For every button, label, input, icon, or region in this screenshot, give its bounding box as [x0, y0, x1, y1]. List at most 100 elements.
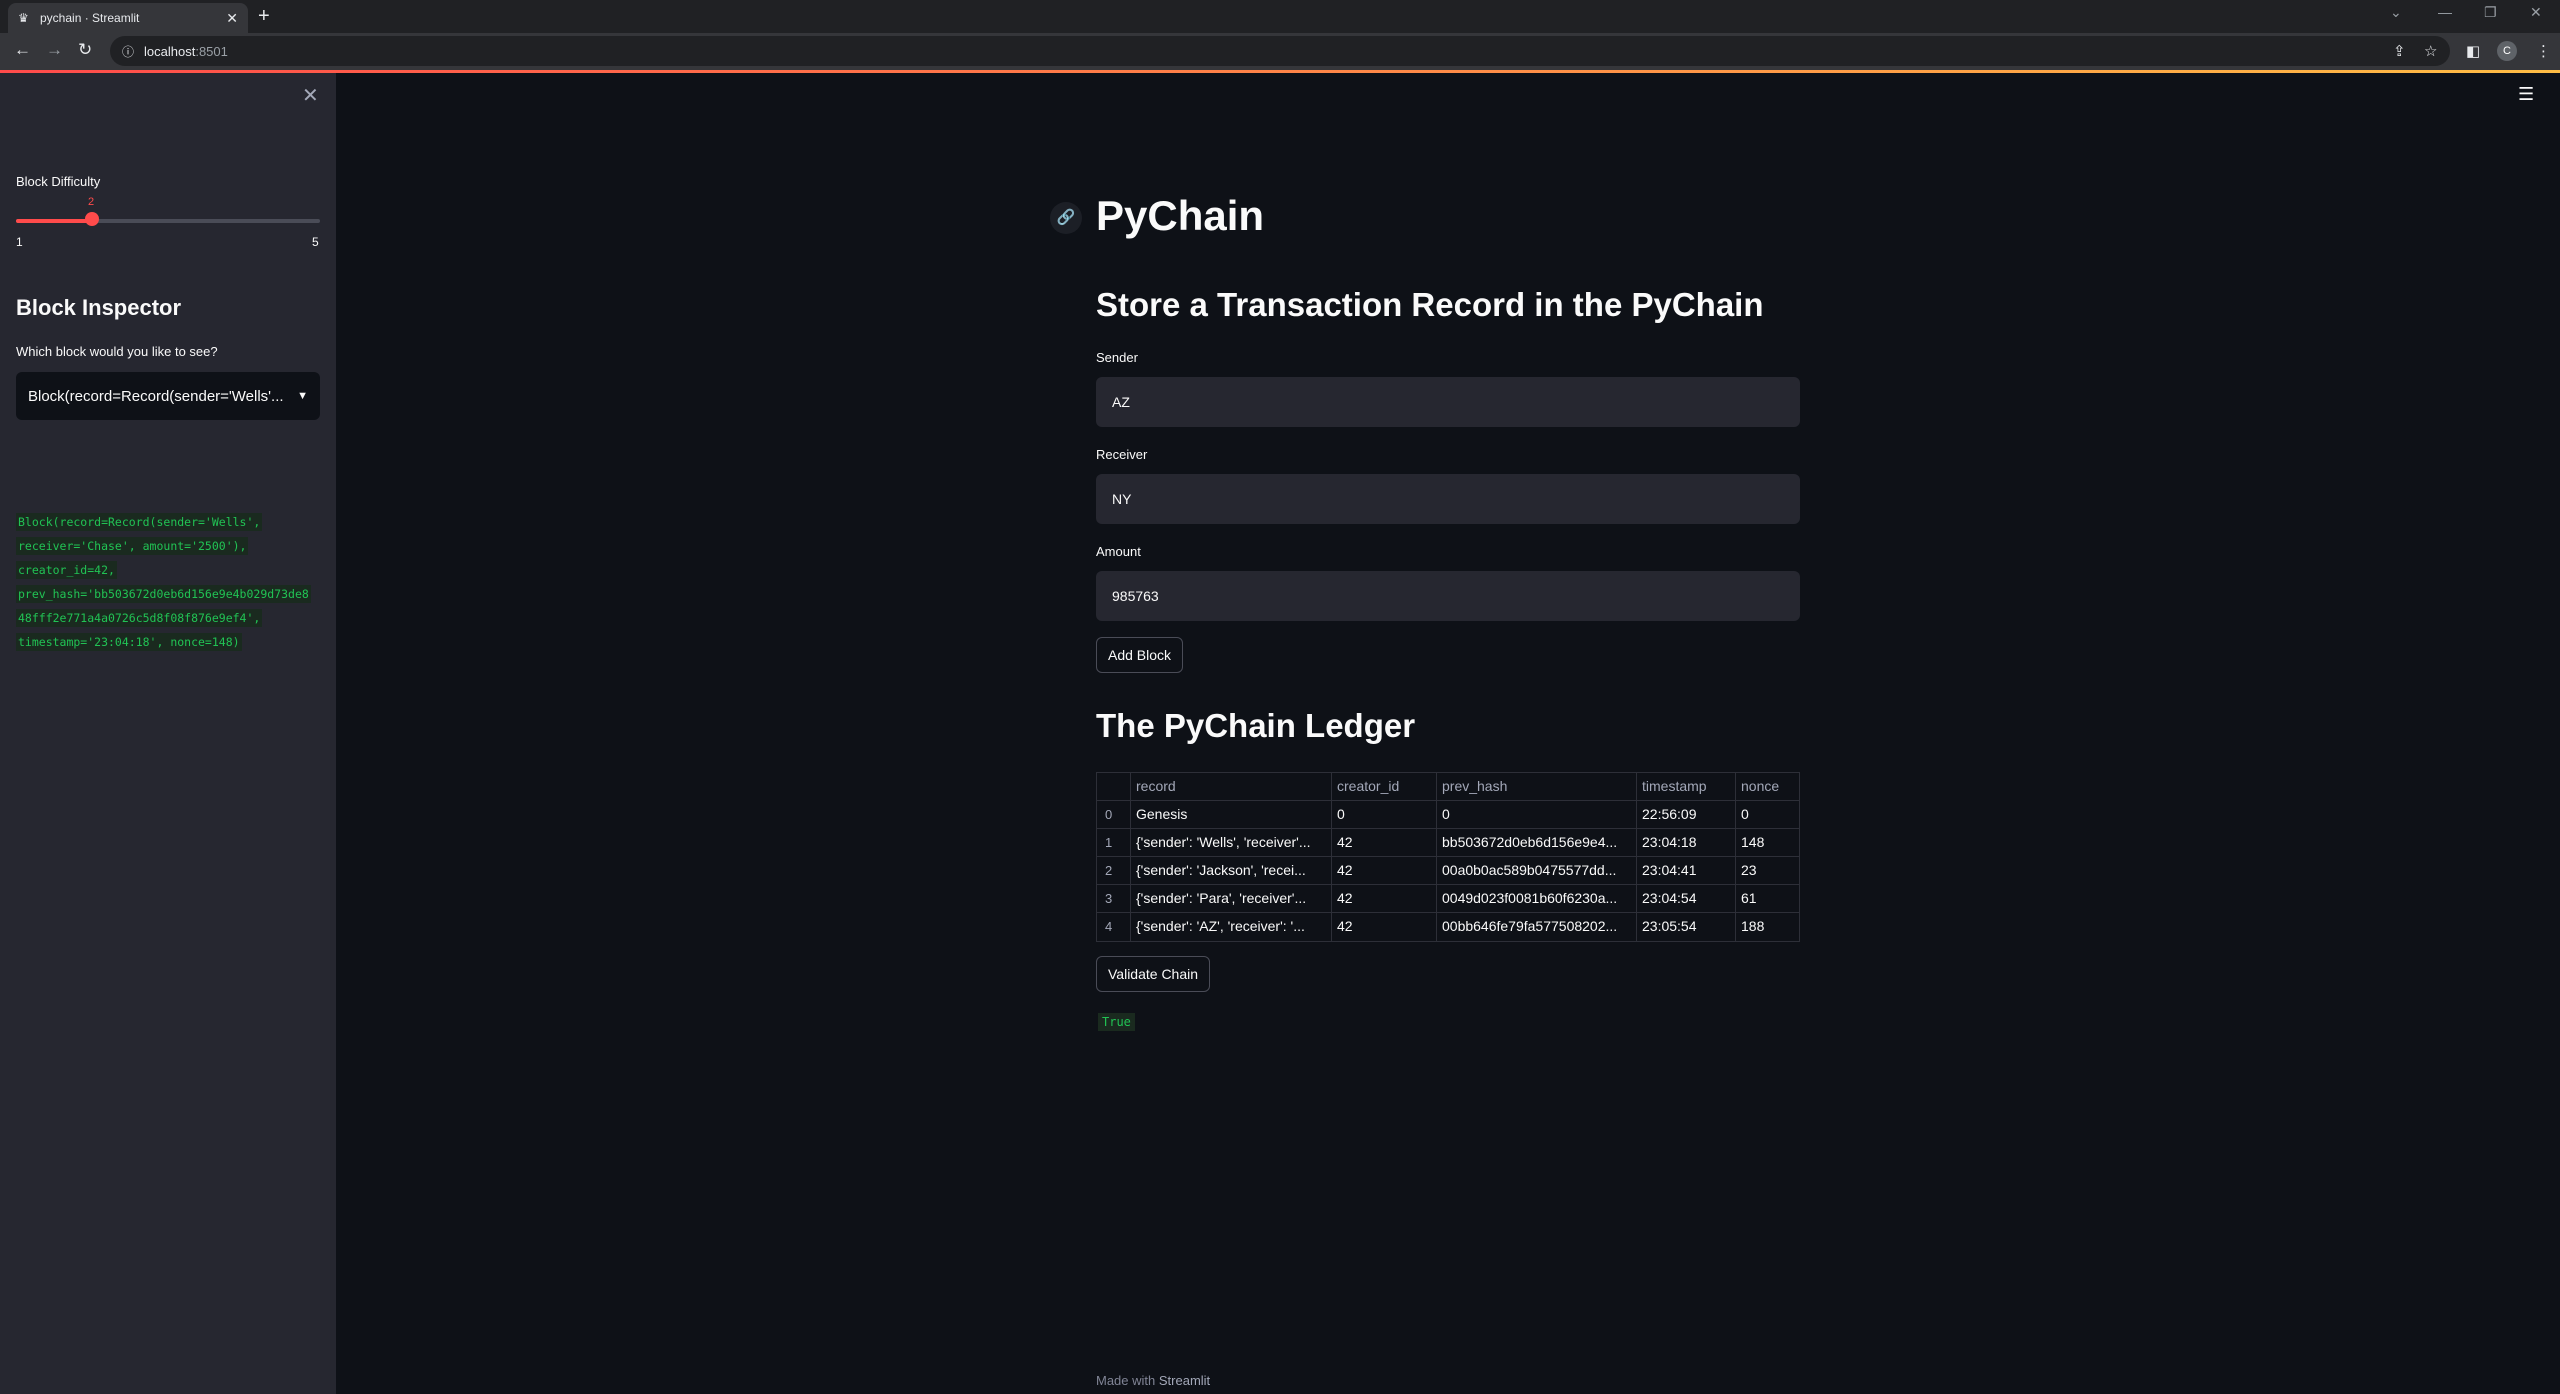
column-header[interactable]: record — [1131, 773, 1332, 800]
block-select-value: Block(record=Record(sender='Wells'... — [28, 387, 284, 405]
validate-chain-button[interactable]: Validate Chain — [1096, 956, 1211, 992]
column-header[interactable]: prev_hash — [1437, 773, 1637, 800]
table-row: 2 {'sender': 'Jackson', 'recei... 42 00a… — [1097, 857, 1799, 885]
slider-min-label: 1 — [16, 235, 23, 249]
receiver-input[interactable] — [1096, 474, 1800, 524]
reload-icon[interactable]: ↻ — [78, 40, 92, 60]
block-detail-line: Block(record=Record(sender='Wells', — [16, 513, 263, 531]
table-cell[interactable]: Genesis — [1131, 801, 1332, 828]
row-index: 3 — [1097, 885, 1131, 912]
column-header[interactable]: timestamp — [1637, 773, 1736, 800]
block-detail-line: 48fff2e771a4a0726c5d8f08f876e9ef4', — [16, 609, 263, 627]
table-cell[interactable]: 61 — [1736, 885, 1799, 912]
restore-icon[interactable]: ❐ — [2484, 4, 2497, 21]
validation-result: True — [1098, 1013, 1135, 1031]
back-icon[interactable]: ← — [14, 40, 31, 60]
table-cell[interactable]: 42 — [1332, 913, 1437, 941]
tab-close-icon[interactable]: ✕ — [226, 10, 238, 27]
tab-title: pychain · Streamlit — [40, 11, 140, 25]
table-cell[interactable]: 23:05:54 — [1637, 913, 1736, 941]
table-cell[interactable]: {'sender': 'Wells', 'receiver'... — [1131, 829, 1332, 856]
block-detail-code: Block(record=Record(sender='Wells', rece… — [16, 513, 320, 657]
table-cell[interactable]: 22:56:09 — [1637, 801, 1736, 828]
table-cell[interactable]: 23:04:18 — [1637, 829, 1736, 856]
tab-search-icon[interactable]: ⌄ — [2390, 4, 2402, 21]
table-row: 3 {'sender': 'Para', 'receiver'... 42 00… — [1097, 885, 1799, 913]
minimize-icon[interactable]: — — [2438, 4, 2452, 20]
amount-label: Amount — [1096, 544, 1141, 559]
browser-tabstrip: ♛ pychain · Streamlit ✕ + ⌄ — ❐ ✕ — [0, 0, 2560, 33]
table-cell[interactable]: {'sender': 'Jackson', 'recei... — [1131, 857, 1332, 884]
chevron-down-icon: ▼ — [297, 390, 308, 402]
url-host: localhost — [144, 43, 196, 59]
block-detail-line: prev_hash='bb503672d0eb6d156e9e4b029d73d… — [16, 585, 311, 603]
block-inspector-heading: Block Inspector — [16, 295, 182, 320]
column-header[interactable] — [1097, 773, 1131, 800]
table-cell[interactable]: bb503672d0eb6d156e9e4... — [1437, 829, 1637, 856]
table-row: 1 {'sender': 'Wells', 'receiver'... 42 b… — [1097, 829, 1799, 857]
slider-current-value: 2 — [88, 196, 95, 208]
column-header[interactable]: creator_id — [1332, 773, 1437, 800]
table-cell[interactable]: 148 — [1736, 829, 1799, 856]
form-heading: Store a Transaction Record in the PyChai… — [1096, 286, 1764, 323]
streamlit-decoration-bar — [0, 70, 2560, 73]
sidebar: ✕ Block Difficulty 2 1 5 Block Inspector… — [0, 73, 336, 1394]
page-title: PyChain — [1096, 192, 1265, 239]
table-cell[interactable]: 23 — [1736, 857, 1799, 884]
table-row: 4 {'sender': 'AZ', 'receiver': '... 42 0… — [1097, 913, 1799, 941]
table-cell[interactable]: 42 — [1332, 857, 1437, 884]
table-cell[interactable]: 0 — [1437, 801, 1637, 828]
table-cell[interactable]: 0 — [1332, 801, 1437, 828]
footer-streamlit-link[interactable]: Streamlit — [1159, 1373, 1210, 1388]
table-cell[interactable]: 0 — [1736, 801, 1799, 828]
table-cell[interactable]: {'sender': 'AZ', 'receiver': '... — [1131, 913, 1332, 941]
ledger-table[interactable]: record creator_id prev_hash timestamp no… — [1096, 772, 1800, 942]
share-icon[interactable]: ⇪ — [2393, 42, 2406, 60]
main-menu-icon[interactable]: ☰ — [2518, 84, 2534, 105]
block-detail-line: creator_id=42, — [16, 561, 117, 579]
bookmark-star-icon[interactable]: ☆ — [2424, 42, 2437, 60]
profile-avatar[interactable]: C — [2497, 41, 2517, 61]
sender-label: Sender — [1096, 350, 1138, 365]
block-detail-line: timestamp='23:04:18', nonce=148) — [16, 633, 242, 651]
block-detail-line: receiver='Chase', amount='2500'), — [16, 537, 249, 555]
sidebar-close-icon[interactable]: ✕ — [302, 83, 319, 108]
column-header[interactable]: nonce — [1736, 773, 1799, 800]
table-row: 0 Genesis 0 0 22:56:09 0 — [1097, 801, 1799, 829]
table-cell[interactable]: 188 — [1736, 913, 1799, 941]
difficulty-slider-thumb[interactable] — [85, 212, 99, 226]
table-cell[interactable]: 23:04:41 — [1637, 857, 1736, 884]
table-header-row: record creator_id prev_hash timestamp no… — [1097, 773, 1799, 801]
table-cell[interactable]: 23:04:54 — [1637, 885, 1736, 912]
window-close-icon[interactable]: ✕ — [2530, 4, 2542, 21]
browser-menu-icon[interactable]: ⋮ — [2536, 42, 2551, 60]
forward-icon[interactable]: → — [46, 40, 63, 60]
row-index: 0 — [1097, 801, 1131, 828]
difficulty-slider-track[interactable] — [16, 219, 320, 223]
link-anchor-icon[interactable]: 🔗 — [1050, 202, 1082, 234]
block-select[interactable]: Block(record=Record(sender='Wells'... ▼ — [16, 372, 320, 420]
address-bar[interactable]: ⓘ localhost :8501 — [110, 36, 2450, 66]
row-index: 1 — [1097, 829, 1131, 856]
slider-label: Block Difficulty — [16, 174, 101, 189]
new-tab-icon[interactable]: + — [258, 5, 270, 28]
streamlit-favicon-icon: ♛ — [18, 11, 29, 25]
table-cell[interactable]: 00a0b0ac589b0475577dd... — [1437, 857, 1637, 884]
table-cell[interactable]: 42 — [1332, 829, 1437, 856]
amount-input[interactable] — [1096, 571, 1800, 621]
table-cell[interactable]: {'sender': 'Para', 'receiver'... — [1131, 885, 1332, 912]
receiver-label: Receiver — [1096, 447, 1148, 462]
footer: Made with Streamlit — [1096, 1373, 1210, 1388]
footer-prefix: Made with — [1096, 1373, 1156, 1388]
url-port: :8501 — [195, 43, 228, 59]
browser-toolbar: ← → ↻ ⓘ localhost :8501 ⇪ ☆ ◧ C ⋮ — [0, 33, 2560, 70]
side-panel-icon[interactable]: ◧ — [2466, 42, 2480, 60]
browser-tab[interactable]: ♛ pychain · Streamlit ✕ — [8, 3, 248, 33]
table-cell[interactable]: 42 — [1332, 885, 1437, 912]
ledger-heading: The PyChain Ledger — [1096, 707, 1416, 744]
site-info-icon[interactable]: ⓘ — [122, 43, 134, 60]
add-block-button[interactable]: Add Block — [1096, 637, 1184, 673]
table-cell[interactable]: 00bb646fe79fa577508202... — [1437, 913, 1637, 941]
table-cell[interactable]: 0049d023f0081b60f6230a... — [1437, 885, 1637, 912]
sender-input[interactable] — [1096, 377, 1800, 427]
